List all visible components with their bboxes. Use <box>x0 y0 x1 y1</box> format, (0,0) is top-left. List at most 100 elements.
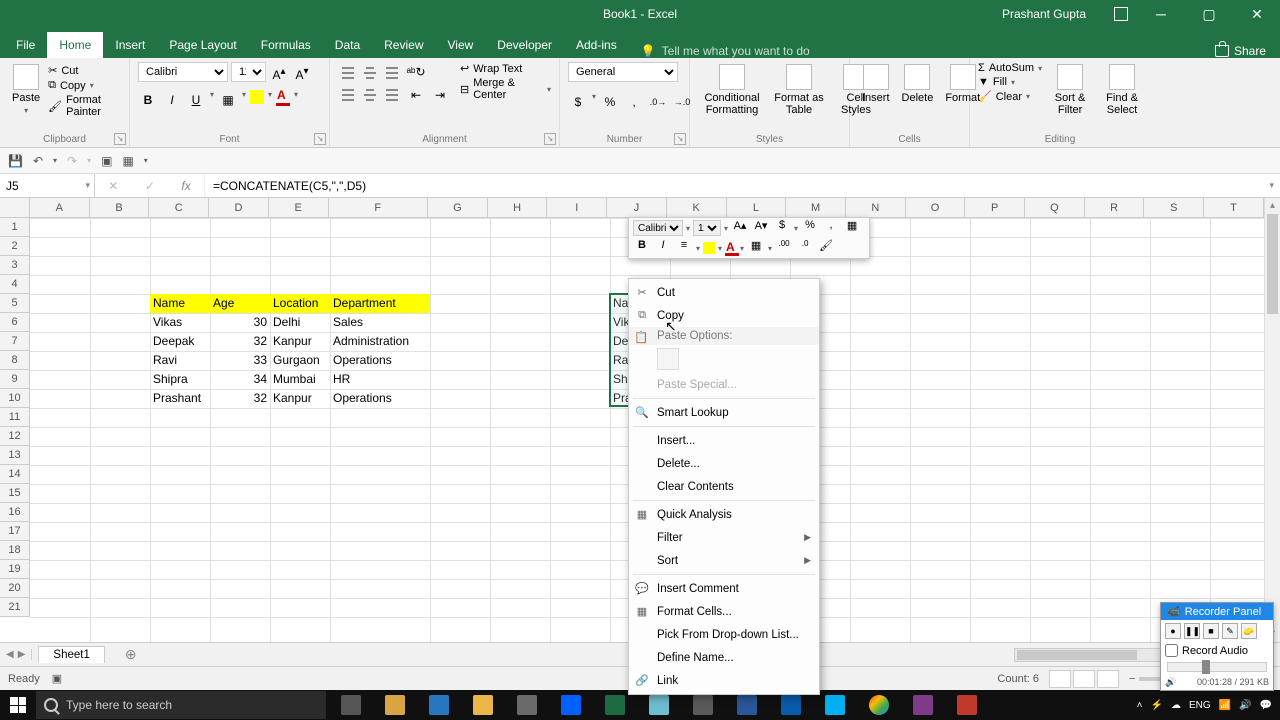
scroll-track[interactable] <box>1265 214 1280 626</box>
row-header-7[interactable]: 7 <box>0 332 30 351</box>
col-header-H[interactable]: H <box>488 198 548 218</box>
mini-border2[interactable]: ▦ <box>747 239 765 257</box>
cancel-formula-icon[interactable]: ✕ <box>108 179 118 193</box>
mini-size-select[interactable]: 11 <box>693 220 721 236</box>
enter-formula-icon[interactable]: ✓ <box>145 179 155 193</box>
tab-insert[interactable]: Insert <box>103 32 157 58</box>
share-button[interactable]: Share <box>1215 44 1266 58</box>
mini-font-dd-icon[interactable]: ▾ <box>686 224 690 233</box>
align-bottom[interactable] <box>382 62 402 82</box>
font-size-select[interactable]: 11 <box>231 62 266 82</box>
nav-prev-icon[interactable]: ◀ <box>6 649 14 660</box>
cell[interactable]: Sales <box>330 313 430 332</box>
indent-inc-button[interactable]: ⇥ <box>430 85 450 105</box>
col-header-E[interactable]: E <box>269 198 329 218</box>
row-header-14[interactable]: 14 <box>0 465 30 484</box>
tray-cloud-icon[interactable]: ☁ <box>1171 700 1181 711</box>
mini-fill-dd[interactable]: ▾ <box>718 244 722 253</box>
cell[interactable]: Name <box>150 294 210 313</box>
taskbar-explorer[interactable] <box>374 690 416 720</box>
format-table-button[interactable]: Format as Table <box>770 62 828 118</box>
tray-notifications-icon[interactable]: 💬 <box>1260 700 1272 711</box>
col-header-T[interactable]: T <box>1204 198 1264 218</box>
tray-volume-icon[interactable]: 🔊 <box>1239 700 1251 711</box>
col-header-J[interactable]: J <box>607 198 667 218</box>
col-header-I[interactable]: I <box>547 198 607 218</box>
hscroll-thumb[interactable] <box>1017 650 1137 660</box>
ctx-delete[interactable]: Delete... <box>629 452 819 475</box>
ctx-link[interactable]: 🔗Link <box>629 669 819 692</box>
align-top[interactable] <box>338 62 358 82</box>
cell[interactable]: Operations <box>330 389 430 408</box>
scroll-up-icon[interactable]: ▴ <box>1265 198 1280 214</box>
border-dd-icon[interactable]: ▾ <box>242 90 246 110</box>
row-header-9[interactable]: 9 <box>0 370 30 389</box>
underline-dd-icon[interactable]: ▾ <box>210 90 214 110</box>
wrap-text-button[interactable]: ↩Wrap Text <box>460 62 551 75</box>
col-header-Q[interactable]: Q <box>1025 198 1085 218</box>
ctx-format-cells[interactable]: ▦Format Cells... <box>629 600 819 623</box>
col-header-C[interactable]: C <box>149 198 209 218</box>
col-header-K[interactable]: K <box>667 198 727 218</box>
cell[interactable]: Ravi <box>150 351 210 370</box>
increase-decimal-button[interactable]: .0→ <box>648 92 668 112</box>
align-center[interactable] <box>360 84 380 104</box>
align-right[interactable] <box>382 84 402 104</box>
cell[interactable]: Shipra <box>150 370 210 389</box>
row-header-6[interactable]: 6 <box>0 313 30 332</box>
taskbar-edge[interactable] <box>418 690 460 720</box>
font-name-select[interactable]: Calibri <box>138 62 228 82</box>
formula-expand-icon[interactable]: ▾ <box>1269 180 1274 191</box>
vertical-scrollbar[interactable]: ▴ ▾ <box>1264 198 1280 642</box>
rec-volume-slider[interactable] <box>1167 662 1267 672</box>
mini-align[interactable]: ≡ <box>675 239 693 257</box>
maximize-button[interactable]: ▢ <box>1194 6 1224 23</box>
col-header-G[interactable]: G <box>428 198 488 218</box>
new-sheet-button[interactable]: ⊕ <box>111 644 151 665</box>
taskbar-folder[interactable] <box>462 690 504 720</box>
align-left[interactable] <box>338 84 358 104</box>
close-button[interactable]: ✕ <box>1242 6 1272 23</box>
cell[interactable]: Department <box>330 294 430 313</box>
format-painter-button[interactable]: 🖌Format Painter <box>48 94 121 118</box>
row-header-5[interactable]: 5 <box>0 294 30 313</box>
sheet-tab-sheet1[interactable]: Sheet1 <box>38 646 104 663</box>
number-format-select[interactable]: General <box>568 62 678 82</box>
underline-button[interactable]: U <box>186 90 206 110</box>
sheet-nav-arrows[interactable]: ◀▶ <box>6 649 32 660</box>
cell[interactable]: 33 <box>210 351 270 370</box>
fontcolor-dd-icon[interactable]: ▾ <box>294 90 298 110</box>
mini-borders[interactable]: ▦ <box>843 219 861 237</box>
col-header-D[interactable]: D <box>209 198 269 218</box>
recorder-panel[interactable]: 📹Recorder Panel ● ❚❚ ■ ✎ 🧽 Record Audio … <box>1160 602 1274 691</box>
comma-button[interactable]: , <box>624 92 644 112</box>
cell[interactable]: Prashant <box>150 389 210 408</box>
minimize-button[interactable]: ─ <box>1146 6 1176 22</box>
shrink-font-button[interactable]: A▾ <box>292 62 312 82</box>
currency-dd-icon[interactable]: ▾ <box>592 92 596 112</box>
name-box[interactable]: J5▾ <box>0 174 95 197</box>
view-normal-button[interactable] <box>1049 670 1071 688</box>
scroll-thumb[interactable] <box>1267 214 1278 314</box>
cell[interactable]: Deepak <box>150 332 210 351</box>
mini-comma[interactable]: , <box>822 219 840 237</box>
qat-customize-icon[interactable]: ▾ <box>144 156 148 165</box>
ctx-cut[interactable]: ✂Cut <box>629 281 819 304</box>
tab-data[interactable]: Data <box>323 32 372 58</box>
bold-button[interactable]: B <box>138 90 158 110</box>
taskbar-dropbox[interactable] <box>550 690 592 720</box>
col-header-B[interactable]: B <box>90 198 150 218</box>
col-header-O[interactable]: O <box>906 198 966 218</box>
row-header-15[interactable]: 15 <box>0 484 30 503</box>
nav-next-icon[interactable]: ▶ <box>18 649 26 660</box>
copy-button[interactable]: ⧉Copy▾ <box>48 79 121 92</box>
cell[interactable]: Operations <box>330 351 430 370</box>
mini-incdec[interactable]: .00 <box>775 239 793 257</box>
status-record-icon[interactable]: ▣ <box>52 672 62 685</box>
col-header-S[interactable]: S <box>1144 198 1204 218</box>
cell[interactable]: Location <box>270 294 330 313</box>
row-header-1[interactable]: 1 <box>0 218 30 237</box>
font-color-button[interactable] <box>276 90 290 104</box>
fx-icon[interactable]: fx <box>181 179 190 193</box>
delete-cells-button[interactable]: Delete <box>898 62 938 106</box>
